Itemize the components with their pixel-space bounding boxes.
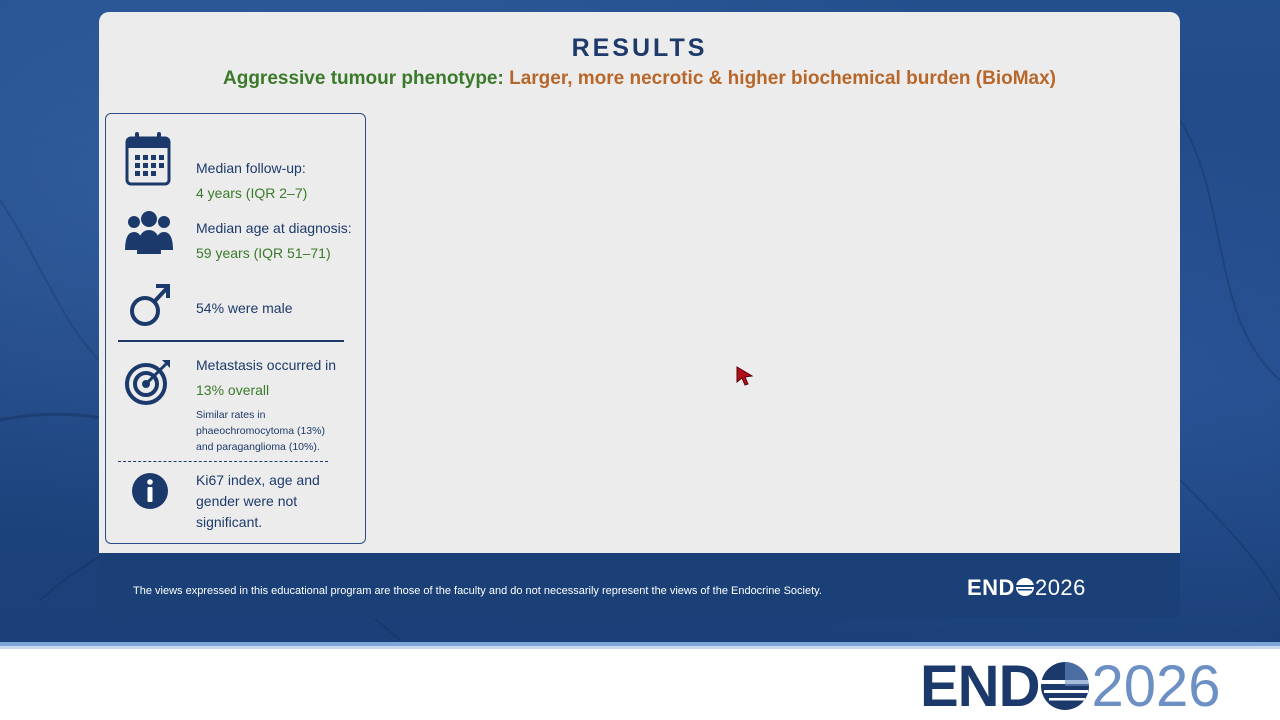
endo-logo-text: END	[920, 654, 1040, 719]
footer-logo-text: END	[967, 575, 1015, 600]
people-icon	[125, 211, 173, 254]
metastasis-note-line: phaeochromocytoma (13%)	[196, 425, 325, 437]
footer-logo-year: 2026	[1034, 575, 1086, 600]
slide-footer: The views expressed in this educational …	[99, 553, 1180, 619]
followup-value: 4 years (IQR 2–7)	[196, 185, 308, 201]
info-icon	[132, 473, 168, 509]
slide-panel: RESULTS Aggressive tumour phenotype: Lar…	[99, 12, 1180, 553]
metastasis-note: Similar rates in phaeochromocytoma (13%)…	[196, 407, 356, 455]
cursor-icon	[736, 366, 754, 386]
followup-text: Median follow-up: 4 years (IQR 2–7)	[196, 156, 356, 206]
slide-subtitle: Aggressive tumour phenotype: Larger, mor…	[99, 68, 1180, 90]
calendar-icon	[125, 132, 171, 186]
bottom-banner: END 2026	[0, 649, 1280, 720]
ki67-line: Ki67 index, age and	[196, 472, 320, 488]
summary-card: Median follow-up: 4 years (IQR 2–7) Medi…	[105, 113, 366, 544]
age-label: Median age at diagnosis:	[196, 220, 352, 236]
endo-logo-year: 2026	[1091, 654, 1221, 719]
ki67-text: Ki67 index, age and gender were not sign…	[196, 470, 356, 533]
globe-icon	[1041, 662, 1090, 710]
globe-icon	[1015, 578, 1034, 596]
male-text: 54% were male	[196, 300, 293, 316]
age-text: Median age at diagnosis: 59 years (IQR 5…	[196, 216, 356, 266]
metastasis-value: 13% overall	[196, 382, 270, 398]
footer-logo: END 2026	[967, 575, 1086, 601]
slide-title: RESULTS	[571, 34, 708, 62]
endo-logo: END 2026	[920, 657, 1221, 717]
metastasis-note-line: Similar rates in	[196, 409, 266, 421]
subtitle-lead: Aggressive tumour phenotype:	[223, 68, 504, 89]
metastasis-text: Metastasis occurred in 13% overall Simil…	[196, 353, 356, 455]
target-icon	[125, 360, 170, 405]
section-divider-dashed	[118, 461, 328, 462]
followup-label: Median follow-up:	[196, 160, 306, 176]
section-divider	[118, 340, 344, 342]
male-symbol-icon	[130, 284, 170, 326]
metastasis-note-line: and paraganglioma (10%).	[196, 441, 320, 453]
ki67-line: gender were not	[196, 493, 298, 509]
subtitle-rest: Larger, more necrotic & higher biochemic…	[509, 68, 1056, 89]
disclaimer-text: The views expressed in this educational …	[133, 585, 822, 597]
metastasis-label: Metastasis occurred in	[196, 357, 337, 373]
age-value: 59 years (IQR 51–71)	[196, 245, 331, 261]
ki67-line: significant.	[196, 514, 263, 530]
